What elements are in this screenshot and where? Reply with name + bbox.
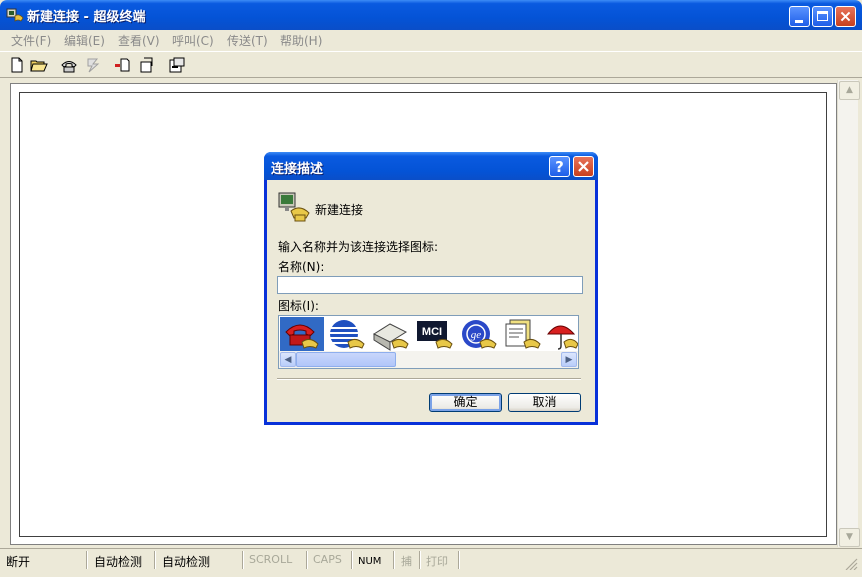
dialog-help-button[interactable]: ? — [549, 156, 570, 177]
minimize-button[interactable] — [789, 6, 810, 27]
scroll-right-button[interactable]: ▶ — [561, 352, 577, 367]
dialog-title: 连接描述 — [271, 162, 324, 177]
scroll-left-button[interactable]: ◀ — [280, 352, 296, 367]
mci-icon[interactable]: MCI — [414, 318, 454, 352]
send-file-icon[interactable] — [114, 56, 132, 74]
svg-text:ge: ge — [471, 329, 482, 341]
status-detect-1: 自动检测 — [94, 555, 143, 569]
menu-transfer[interactable]: 传送(T) — [227, 32, 268, 49]
close-icon — [840, 11, 851, 22]
menu-bar: 文件(F) 编辑(E) 查看(V) 呼叫(C) 传送(T) 帮助(H) — [0, 30, 862, 50]
close-icon — [578, 161, 589, 172]
status-divider — [351, 551, 353, 569]
cancel-button[interactable]: 取消 — [508, 393, 581, 412]
status-detect-2: 自动检测 — [162, 555, 211, 569]
open-folder-icon[interactable] — [30, 56, 48, 74]
name-label: 名称(N): — [278, 260, 325, 274]
chevron-up-icon: ▲ — [846, 85, 853, 95]
dialog-close-button[interactable] — [573, 156, 594, 177]
window-title: 新建连接 - 超级终端 — [27, 10, 146, 25]
status-print: 打印 — [426, 555, 448, 568]
fax-icon[interactable] — [370, 318, 410, 352]
resize-grip-icon[interactable] — [844, 558, 858, 570]
red-phone-icon[interactable] — [282, 318, 322, 352]
menu-edit[interactable]: 编辑(E) — [64, 32, 105, 49]
connection-icon — [278, 192, 310, 222]
question-icon: ? — [555, 158, 564, 176]
call-phone-icon[interactable] — [60, 56, 78, 74]
globe-stripes-icon[interactable] — [326, 318, 366, 352]
name-input[interactable] — [277, 276, 583, 294]
scroll-thumb[interactable] — [296, 352, 396, 367]
chevron-down-icon: ▼ — [846, 532, 853, 542]
maximize-button[interactable] — [812, 6, 833, 27]
scroll-down-button[interactable]: ▼ — [839, 528, 860, 547]
ok-button[interactable]: 确定 — [429, 393, 502, 412]
status-capture: 捕 — [401, 555, 412, 568]
toolbar — [0, 51, 862, 78]
status-caps: CAPS — [313, 553, 342, 566]
maximize-icon — [813, 7, 832, 26]
ge-globe-icon[interactable]: ge — [458, 318, 498, 352]
status-num: NUM — [358, 556, 382, 567]
menu-call[interactable]: 呼叫(C) — [172, 32, 214, 49]
dialog-separator — [277, 378, 581, 380]
status-divider — [242, 551, 244, 569]
menu-file[interactable]: 文件(F) — [11, 32, 51, 49]
menu-help[interactable]: 帮助(H) — [280, 32, 322, 49]
status-divider — [419, 551, 421, 569]
status-scroll: SCROLL — [249, 553, 293, 566]
umbrella-icon[interactable] — [546, 318, 578, 352]
icon-label: 图标(I): — [278, 299, 319, 313]
status-divider — [458, 551, 460, 569]
chevron-right-icon: ▶ — [565, 355, 573, 365]
receive-file-icon[interactable] — [138, 56, 156, 74]
chevron-left-icon: ◀ — [284, 355, 292, 365]
new-document-icon[interactable] — [8, 56, 26, 74]
documents-icon[interactable] — [502, 318, 542, 352]
status-divider — [86, 551, 88, 569]
connection-name: 新建连接 — [315, 203, 364, 217]
hyperterminal-icon — [6, 8, 24, 22]
status-divider — [306, 551, 308, 569]
minimize-icon — [790, 7, 809, 26]
disconnect-icon[interactable] — [84, 56, 102, 74]
instruction-text: 输入名称并为该连接选择图标: — [278, 240, 439, 254]
close-button[interactable] — [835, 6, 856, 27]
status-divider — [393, 551, 395, 569]
status-connection: 断开 — [6, 555, 31, 569]
scroll-up-button[interactable]: ▲ — [839, 81, 860, 100]
svg-text:MCI: MCI — [422, 326, 442, 338]
vertical-scrollbar[interactable]: ▲ ▼ — [837, 80, 860, 547]
properties-icon[interactable] — [168, 56, 186, 74]
status-divider — [154, 551, 156, 569]
menu-view[interactable]: 查看(V) — [118, 32, 160, 49]
